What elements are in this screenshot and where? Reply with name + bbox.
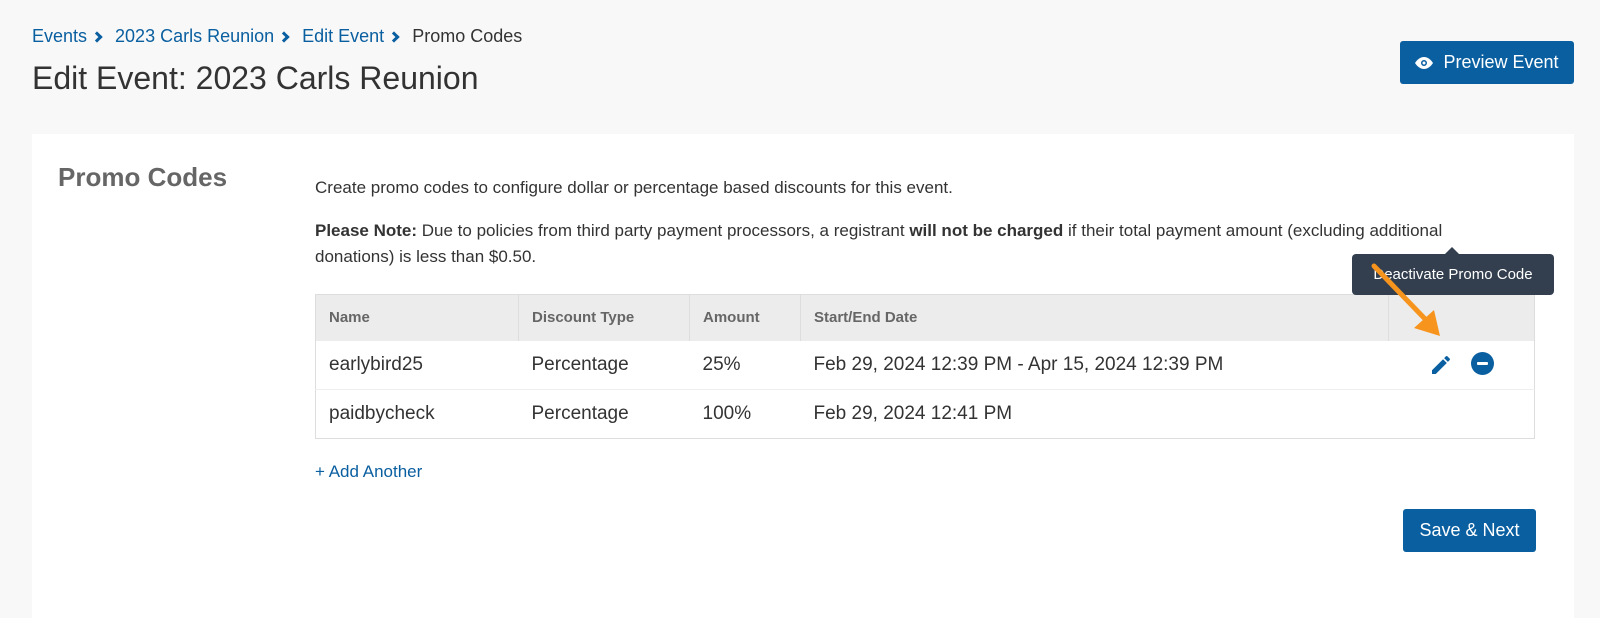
table-row: paidbycheck Percentage 100% Feb 29, 2024… bbox=[316, 390, 1535, 439]
preview-event-button[interactable]: Preview Event bbox=[1400, 41, 1574, 84]
section-title: Promo Codes bbox=[58, 162, 228, 192]
pencil-icon[interactable] bbox=[1429, 353, 1453, 377]
chevron-right-icon bbox=[278, 30, 290, 43]
column-header-discount-type: Discount Type bbox=[518, 294, 690, 341]
promo-codes-panel: Promo Codes Create promo codes to config… bbox=[32, 134, 1574, 618]
breadcrumb: Events 2023 Carls Reunion Edit Event Pro… bbox=[32, 26, 522, 47]
note-text: Please Note: Due to policies from third … bbox=[315, 218, 1515, 270]
cell-name: paidbycheck bbox=[329, 403, 435, 424]
breadcrumb-event[interactable]: 2023 Carls Reunion bbox=[115, 26, 274, 47]
cell-name: earlybird25 bbox=[315, 340, 519, 390]
eye-icon bbox=[1415, 56, 1434, 69]
column-header-dates: Start/End Date bbox=[800, 294, 1389, 341]
cell-amount: 25% bbox=[689, 340, 801, 390]
cell-type: Percentage bbox=[531, 403, 629, 424]
add-another-link[interactable]: + Add Another bbox=[315, 462, 422, 482]
table-row: earlybird25 Percentage 25% Feb 29, 2024 … bbox=[315, 340, 1535, 390]
table-header-row: Name Discount Type Amount Start/End Date bbox=[315, 294, 1535, 341]
note-text-1: Due to policies from third party payment… bbox=[417, 221, 910, 240]
chevron-right-icon bbox=[91, 30, 103, 43]
promo-codes-table: Name Discount Type Amount Start/End Date… bbox=[315, 294, 1535, 439]
cell-type: Percentage bbox=[518, 340, 690, 390]
minus-circle-icon[interactable] bbox=[1470, 351, 1494, 375]
note-emphasis: will not be charged bbox=[909, 221, 1064, 240]
intro-text: Create promo codes to configure dollar o… bbox=[315, 178, 953, 197]
annotation-arrow bbox=[1371, 263, 1440, 336]
cell-actions bbox=[1388, 340, 1535, 390]
chevron-right-icon bbox=[388, 30, 400, 43]
save-next-button[interactable]: Save & Next bbox=[1403, 509, 1536, 552]
page-title: Edit Event: 2023 Carls Reunion bbox=[32, 60, 479, 96]
note-label: Please Note: bbox=[315, 221, 418, 240]
breadcrumb-events[interactable]: Events bbox=[32, 26, 87, 47]
column-header-name: Name bbox=[315, 294, 519, 341]
breadcrumb-current: Promo Codes bbox=[412, 26, 523, 46]
cell-actions bbox=[1389, 390, 1535, 439]
breadcrumb-edit-event[interactable]: Edit Event bbox=[302, 26, 384, 47]
cell-amount: 100% bbox=[702, 403, 752, 424]
preview-event-label: Preview Event bbox=[1443, 52, 1559, 72]
cell-dates: Feb 29, 2024 12:41 PM bbox=[813, 403, 1013, 424]
cell-dates: Feb 29, 2024 12:39 PM - Apr 15, 2024 12:… bbox=[800, 340, 1389, 390]
column-header-amount: Amount bbox=[689, 294, 801, 341]
